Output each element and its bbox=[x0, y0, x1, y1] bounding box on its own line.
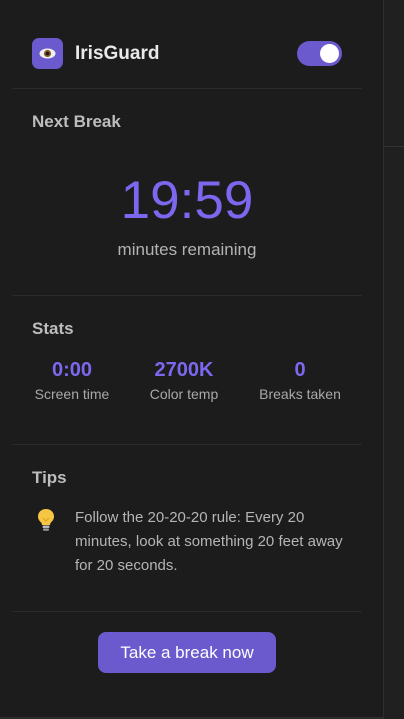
stat-screen-time: 0:00 Screen time bbox=[14, 358, 130, 402]
stats-heading: Stats bbox=[32, 319, 74, 338]
tips-section: Tips Follow the 20-20-20 rule: Every 20 … bbox=[12, 445, 362, 612]
stat-value: 0 bbox=[294, 359, 306, 381]
stat-value: 2700K bbox=[154, 359, 214, 381]
tips-heading: Tips bbox=[32, 468, 67, 487]
next-break-section: Next Break 19:59 minutes remaining bbox=[12, 89, 362, 296]
stat-value: 0:00 bbox=[51, 359, 93, 381]
stat-breaks-taken: 0 Breaks taken bbox=[242, 358, 358, 402]
lightbulb-icon bbox=[36, 507, 56, 533]
app-title: IrisGuard bbox=[75, 43, 160, 64]
tip-text: Follow the 20-20-20 rule: Every 20 minut… bbox=[75, 509, 343, 574]
toggle-knob bbox=[320, 44, 339, 63]
stats-section: Stats 0:00 Screen time 2700K Color temp … bbox=[12, 296, 362, 445]
timer-caption: minutes remaining bbox=[117, 240, 257, 259]
stat-color-temp: 2700K Color temp bbox=[126, 358, 242, 402]
eye-icon bbox=[32, 38, 63, 69]
enable-toggle[interactable] bbox=[297, 41, 342, 66]
next-break-heading: Next Break bbox=[32, 112, 121, 131]
background-window-edge bbox=[383, 0, 404, 719]
popup-panel: IrisGuard Next Break 19:59 minutes remai… bbox=[0, 0, 383, 719]
header: IrisGuard bbox=[12, 0, 362, 89]
countdown-timer: 19:59 bbox=[120, 171, 254, 230]
divider bbox=[384, 146, 404, 147]
stat-label: Breaks taken bbox=[259, 386, 341, 402]
stat-label: Color temp bbox=[149, 386, 219, 402]
take-break-button[interactable]: Take a break now bbox=[98, 632, 276, 673]
stat-label: Screen time bbox=[34, 386, 110, 402]
